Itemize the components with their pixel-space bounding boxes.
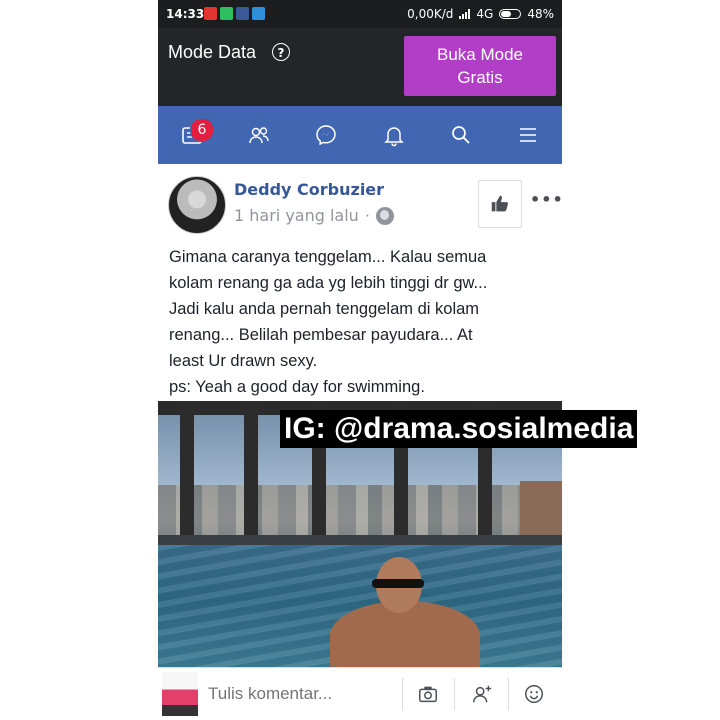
nav-friends[interactable] bbox=[225, 106, 292, 164]
post-text-line: renang... Belilah pembesar payudara... A… bbox=[169, 326, 473, 344]
status-right: 0,00K/d 4G 48% bbox=[407, 7, 554, 21]
post-text-line: Jadi kalu anda pernah tenggelam di kolam bbox=[169, 300, 480, 318]
friends-icon bbox=[249, 127, 269, 144]
author-name[interactable]: Deddy Corbuzier bbox=[234, 180, 384, 199]
meta-separator: · bbox=[364, 206, 370, 225]
camera-icon bbox=[419, 686, 437, 703]
post-header: Deddy Corbuzier 1 hari yang lalu · ••• bbox=[158, 164, 562, 234]
thumbs-up-icon bbox=[491, 195, 509, 212]
status-bar: 14:33 0,00K/d 4G 48% bbox=[158, 0, 562, 28]
whatsapp-icon bbox=[220, 7, 233, 20]
watermark: IG: @drama.sosialmedia bbox=[280, 410, 638, 448]
post-time[interactable]: 1 hari yang lalu bbox=[234, 206, 359, 225]
data-mode-bar: Mode Data ? Buka Mode Gratis bbox=[158, 28, 562, 106]
divider bbox=[508, 678, 509, 710]
data-mode-label: Mode Data bbox=[168, 42, 257, 62]
help-icon[interactable]: ? bbox=[272, 43, 290, 61]
nav-messenger[interactable] bbox=[293, 106, 360, 164]
author-avatar[interactable] bbox=[168, 176, 226, 234]
nav-news-feed[interactable]: 6 bbox=[158, 106, 225, 164]
more-options-icon[interactable]: ••• bbox=[530, 190, 562, 209]
like-page-button[interactable] bbox=[478, 180, 522, 228]
nav-notifications[interactable] bbox=[360, 106, 427, 164]
smiley-icon bbox=[525, 685, 543, 703]
nav-bar: 6 bbox=[158, 106, 562, 164]
post-text: Gimana caranya tenggelam... Kalau semua … bbox=[169, 244, 555, 400]
messenger-icon bbox=[316, 125, 337, 146]
post-text-line: Gimana caranya tenggelam... Kalau semua bbox=[169, 248, 487, 266]
divider bbox=[454, 678, 455, 710]
pool-ledge bbox=[158, 535, 562, 545]
menu-icon bbox=[520, 128, 537, 142]
notification-badge: 6 bbox=[190, 118, 214, 142]
phone-screen: 14:33 0,00K/d 4G 48% Mode Data ? Buka Mo… bbox=[158, 0, 562, 720]
window-mullion bbox=[180, 401, 194, 543]
window-mullion bbox=[244, 401, 258, 543]
network-speed: 0,00K/d bbox=[407, 7, 454, 21]
tag-friend-button[interactable] bbox=[468, 680, 496, 708]
search-icon bbox=[452, 126, 470, 144]
feed-post: Deddy Corbuzier 1 hari yang lalu · ••• G… bbox=[158, 164, 562, 396]
camera-button[interactable] bbox=[414, 680, 442, 708]
post-text-line: least Ur drawn sexy. bbox=[169, 352, 318, 370]
comment-bar bbox=[158, 667, 562, 720]
goggles bbox=[372, 579, 424, 588]
notifications-icon bbox=[383, 127, 404, 147]
battery-icon bbox=[499, 9, 522, 19]
upload-icon bbox=[252, 7, 265, 20]
status-time: 14:33 bbox=[166, 7, 205, 21]
post-text-line: kolam renang ga ada yg lebih tinggi dr g… bbox=[169, 274, 488, 292]
notification-icons bbox=[204, 7, 265, 20]
network-type: 4G bbox=[476, 7, 494, 21]
globe-icon bbox=[375, 206, 394, 225]
app-notification-icon bbox=[204, 7, 217, 20]
post-text-line: ps: Yeah a good day for swimming. bbox=[169, 378, 425, 396]
divider bbox=[402, 678, 403, 710]
emoji-button[interactable] bbox=[520, 680, 548, 708]
city-skyline bbox=[158, 485, 562, 537]
user-avatar bbox=[162, 672, 198, 716]
facebook-icon bbox=[236, 7, 249, 20]
add-friend-icon bbox=[473, 685, 492, 703]
building bbox=[520, 481, 562, 541]
signal-icon bbox=[459, 9, 471, 19]
post-meta: 1 hari yang lalu · bbox=[234, 206, 394, 225]
free-mode-button[interactable]: Buka Mode Gratis bbox=[404, 36, 556, 96]
nav-search[interactable] bbox=[427, 106, 494, 164]
comment-input[interactable] bbox=[206, 678, 390, 710]
nav-menu[interactable] bbox=[495, 106, 562, 164]
battery-percent: 48% bbox=[527, 7, 554, 21]
